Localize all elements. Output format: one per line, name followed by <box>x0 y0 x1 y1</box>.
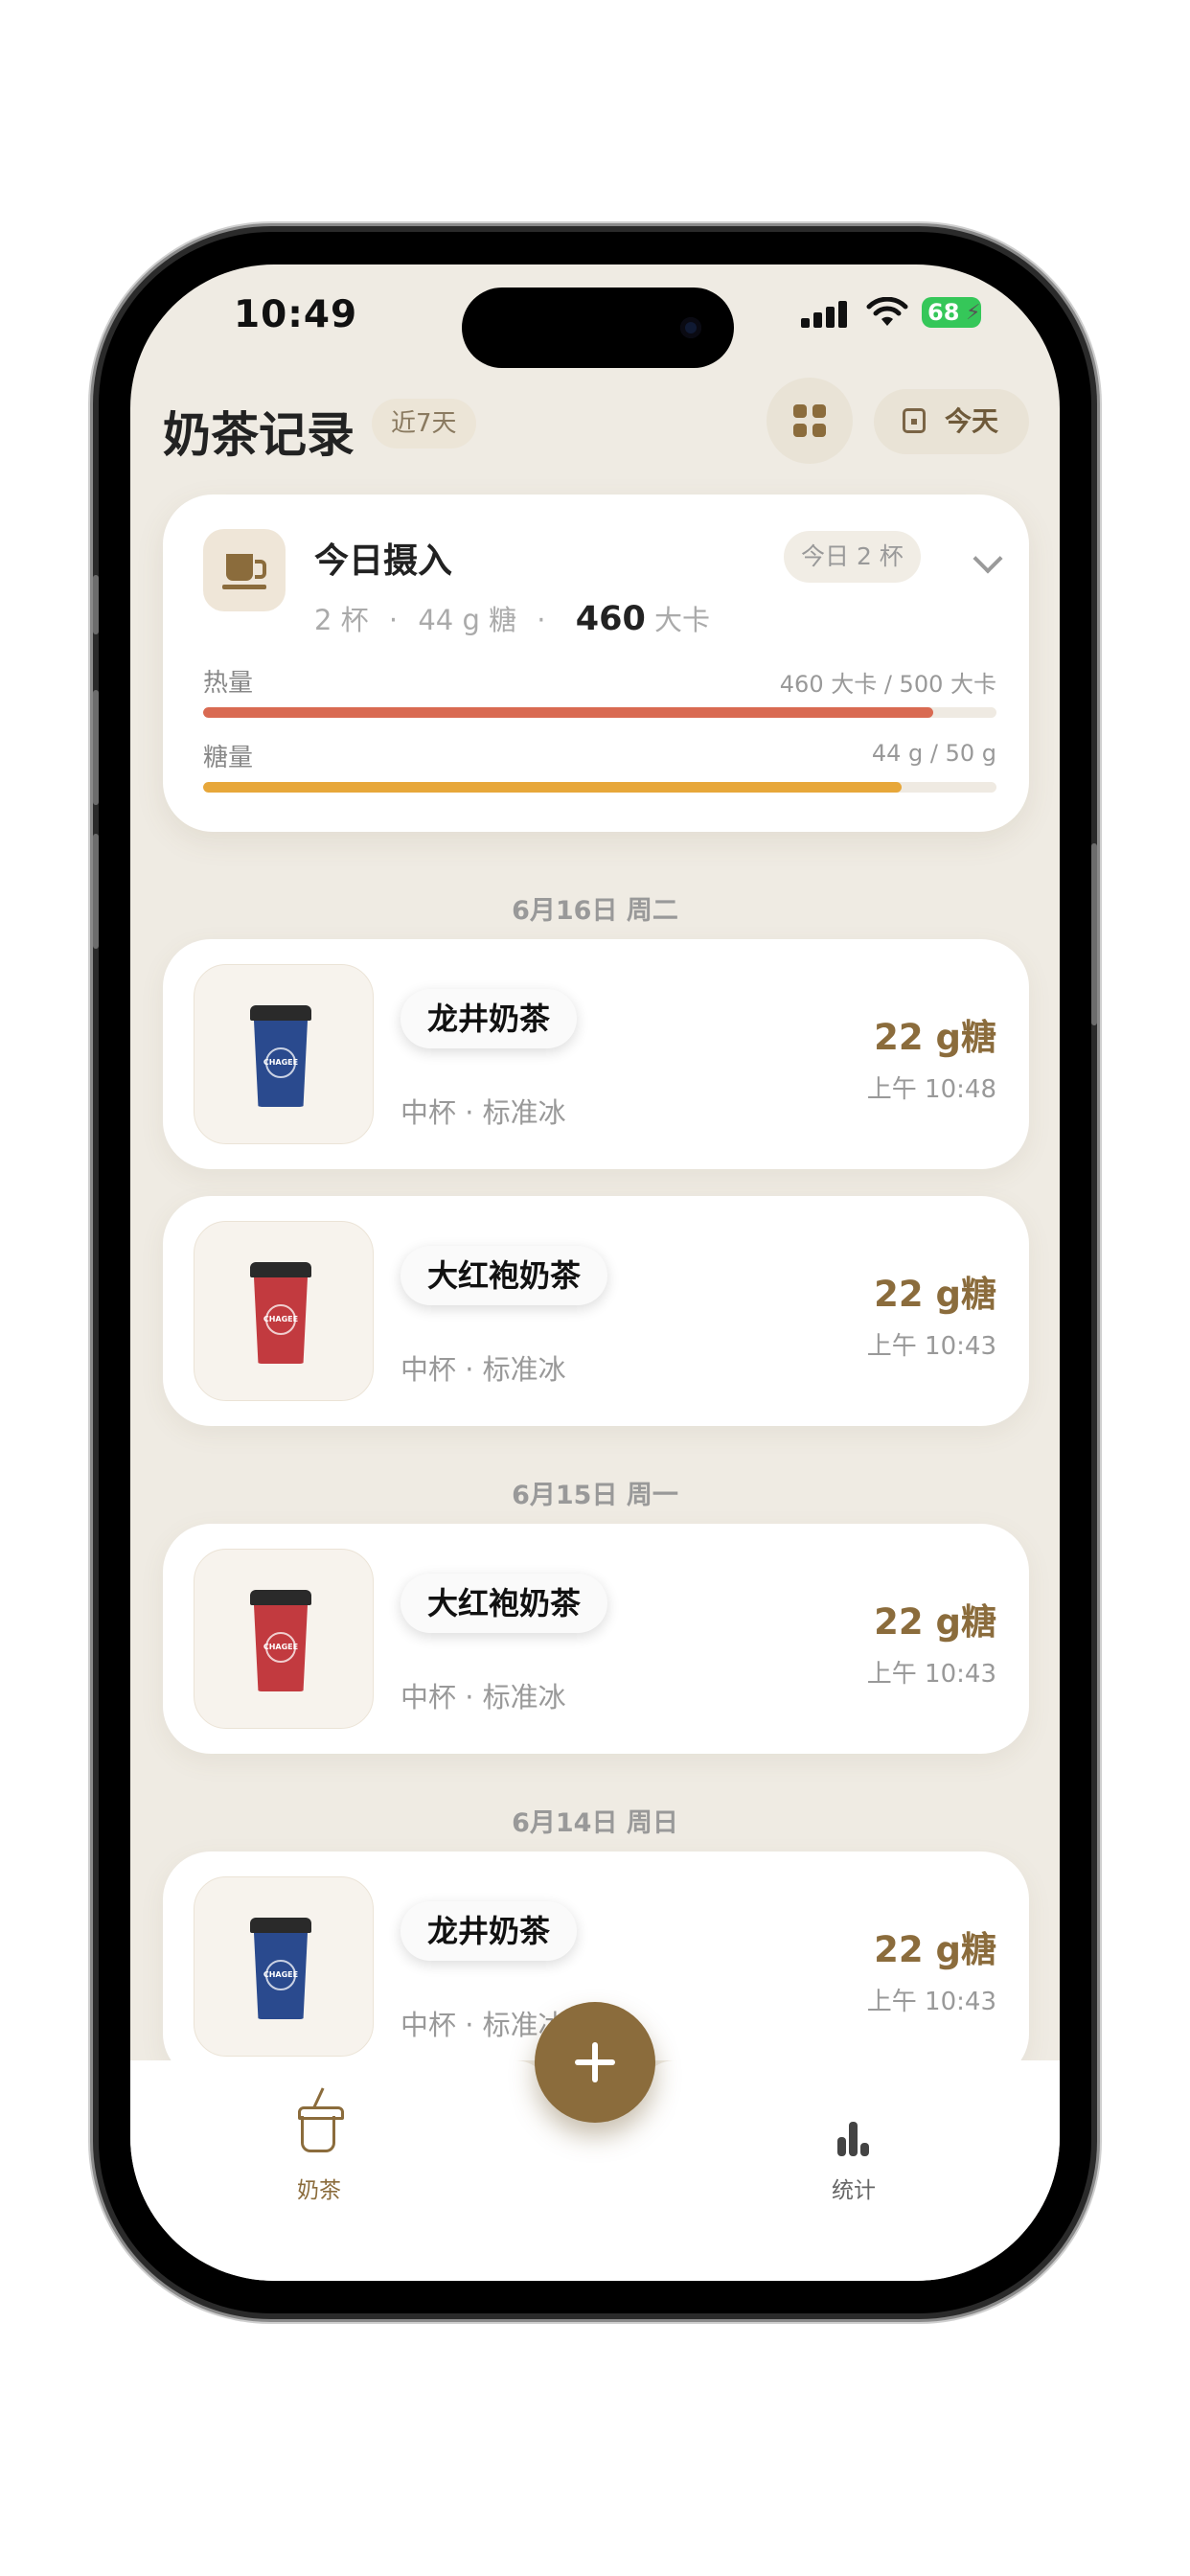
drink-thumbnail: CHAGEE <box>194 1549 374 1729</box>
date-header: 6月16日 周二 <box>512 896 678 926</box>
summary-cups: 2 杯 <box>314 604 369 636</box>
summary-title: 今日摄入 <box>314 541 453 581</box>
sugar-value: 44 g / 50 g <box>871 740 996 767</box>
record-card[interactable]: CHAGEE 大红袍奶茶 中杯 · 标准冰 22 g糖 上午 10:43 <box>163 1524 1029 1754</box>
add-record-button[interactable] <box>535 2002 655 2123</box>
record-card[interactable]: CHAGEE 大红袍奶茶 中杯 · 标准冰 22 g糖 上午 10:43 <box>163 1196 1029 1426</box>
drink-sugar: 22 g糖 <box>874 1929 996 1970</box>
milk-tea-icon <box>298 2106 344 2152</box>
screen: 10:49 68 ⚡ 奶茶记录 近7天 今天 今日摄入 今日 2 杯 2 杯 ·… <box>130 264 1060 2281</box>
status-time: 10:49 <box>234 293 358 336</box>
grid-view-button[interactable] <box>767 378 853 464</box>
drink-time: 上午 10:43 <box>866 1332 996 1361</box>
front-camera <box>680 317 701 338</box>
tea-cup-image: CHAGEE <box>250 1262 311 1364</box>
cups-badge: 今日 2 杯 <box>784 531 921 583</box>
sugar-progress-bar <box>203 782 996 793</box>
calorie-progress-fill <box>203 707 933 718</box>
cup-brand-logo: CHAGEE <box>263 1315 299 1323</box>
drink-meta: 中杯 · 标准冰 <box>400 1096 566 1129</box>
drink-sugar: 22 g糖 <box>874 1274 996 1315</box>
calorie-row: 热量 460 大卡 / 500 大卡 <box>203 663 996 699</box>
drink-time: 上午 10:43 <box>866 1988 996 2016</box>
tab-statistics-label: 统计 <box>832 2178 876 2203</box>
wifi-icon <box>866 297 908 326</box>
summary-sugar: 44 g 糖 <box>418 604 517 636</box>
sugar-progress-fill <box>203 782 902 793</box>
date-header: 6月15日 周一 <box>512 1481 678 1510</box>
grid-icon-cell <box>812 404 826 418</box>
bar-chart-icon <box>832 2118 874 2156</box>
tab-milk-tea-label: 奶茶 <box>297 2178 341 2203</box>
calendar-icon <box>903 408 926 433</box>
today-button-label: 今天 <box>945 405 999 437</box>
summary-kcal-value: 460 <box>575 600 646 638</box>
summary-kcal-unit: 大卡 <box>654 604 711 636</box>
grid-icon <box>793 404 807 418</box>
record-card[interactable]: CHAGEE 龙井奶茶 中杯 · 标准冰 22 g糖 上午 10:48 <box>163 939 1029 1169</box>
charging-bolt-icon: ⚡ <box>966 301 981 325</box>
side-button-power <box>1091 843 1097 1025</box>
tea-cup-image: CHAGEE <box>250 1590 311 1691</box>
dot-separator: · <box>537 604 546 636</box>
tea-cup-image: CHAGEE <box>250 1918 311 2019</box>
side-button-silent <box>93 575 99 634</box>
sugar-label: 糖量 <box>203 744 254 772</box>
calorie-value: 460 大卡 / 500 大卡 <box>779 671 996 698</box>
page-title: 奶茶记录 <box>163 407 355 463</box>
range-badge[interactable]: 近7天 <box>372 399 476 448</box>
sugar-row: 糖量 44 g / 50 g <box>203 738 996 773</box>
calorie-progress-bar <box>203 707 996 718</box>
drink-sugar: 22 g糖 <box>874 1017 996 1058</box>
cup-brand-logo: CHAGEE <box>263 1058 299 1067</box>
calorie-label: 热量 <box>203 669 254 698</box>
cellular-signal-icon <box>801 299 849 328</box>
drink-thumbnail: CHAGEE <box>194 1221 374 1401</box>
chevron-down-icon[interactable] <box>973 543 1003 574</box>
drink-meta: 中杯 · 标准冰 <box>400 1353 566 1386</box>
drink-name: 龙井奶茶 <box>400 1901 578 1961</box>
drink-name: 龙井奶茶 <box>400 989 578 1048</box>
drink-thumbnail: CHAGEE <box>194 964 374 1144</box>
drink-time: 上午 10:48 <box>866 1075 996 1104</box>
drink-time: 上午 10:43 <box>866 1660 996 1689</box>
date-header: 6月14日 周日 <box>512 1808 678 1838</box>
summary-card[interactable]: 今日摄入 今日 2 杯 2 杯 · 44 g 糖 · 460 大卡 热量 460… <box>163 494 1029 832</box>
cup-brand-logo: CHAGEE <box>263 1970 299 1979</box>
coffee-cup-icon <box>203 529 286 611</box>
drink-name: 大红袍奶茶 <box>400 1246 608 1305</box>
drink-sugar: 22 g糖 <box>874 1601 996 1643</box>
cup-brand-logo: CHAGEE <box>263 1643 299 1651</box>
grid-icon-cell <box>812 424 826 437</box>
plus-icon-stroke <box>592 2042 598 2082</box>
drink-name: 大红袍奶茶 <box>400 1574 608 1633</box>
drink-thumbnail: CHAGEE <box>194 1876 374 2057</box>
dot-separator: · <box>388 604 399 636</box>
tea-cup-image: CHAGEE <box>250 1005 311 1107</box>
grid-icon-cell <box>793 424 807 437</box>
summary-subtitle: 2 杯 · 44 g 糖 · 460 大卡 <box>314 598 710 638</box>
side-button-volume-up <box>93 690 99 805</box>
today-button[interactable]: 今天 <box>874 389 1029 454</box>
drink-meta: 中杯 · 标准冰 <box>400 1681 566 1714</box>
side-button-volume-down <box>93 834 99 949</box>
